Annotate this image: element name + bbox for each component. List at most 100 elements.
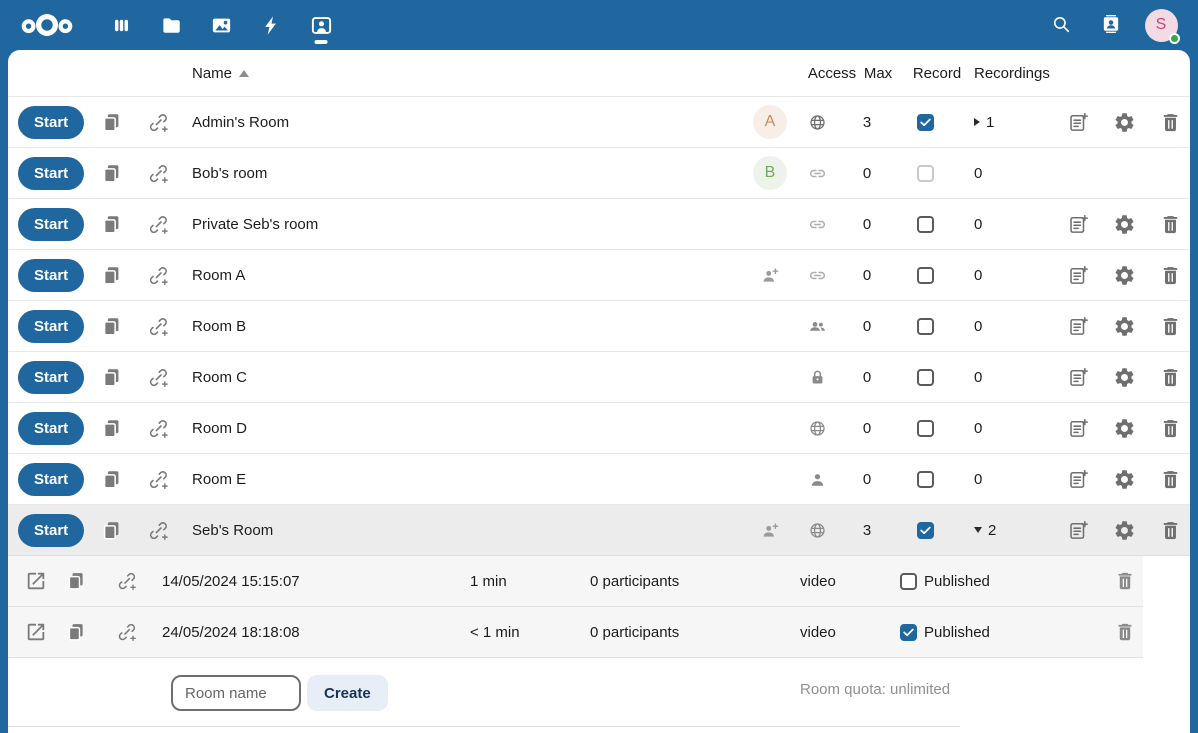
room-row[interactable]: Start Seb's Room 3 2 (8, 505, 1190, 556)
copy-room-link-button[interactable] (100, 519, 123, 542)
create-room-button[interactable]: Create (307, 675, 388, 711)
app-menu-item-photos[interactable] (196, 0, 246, 50)
share-room-link-button[interactable] (147, 519, 170, 542)
app-menu-item-activity[interactable] (246, 0, 296, 50)
recording-row[interactable]: 14/05/2024 15:15:07 1 min 0 participants… (8, 556, 1143, 607)
delete-room-button[interactable] (1159, 315, 1182, 338)
room-details-button[interactable] (1067, 519, 1090, 542)
open-recording-button[interactable] (25, 570, 47, 592)
record-checkbox[interactable] (917, 267, 934, 284)
recordings-toggle[interactable]: 0 (954, 318, 1038, 335)
room-details-button[interactable] (1067, 366, 1090, 389)
room-row[interactable]: Start Room B 0 0 (8, 301, 1190, 352)
copy-room-link-button[interactable] (100, 213, 123, 236)
recordings-toggle[interactable]: 0 (954, 267, 1038, 284)
room-settings-button[interactable] (1113, 366, 1136, 389)
published-checkbox[interactable] (900, 573, 917, 590)
delete-room-button[interactable] (1159, 366, 1182, 389)
user-avatar[interactable]: S (1136, 0, 1186, 50)
delete-room-button[interactable] (1159, 519, 1182, 542)
record-checkbox[interactable] (917, 114, 934, 131)
start-room-button[interactable]: Start (18, 412, 84, 445)
start-room-button[interactable]: Start (18, 310, 84, 343)
room-row[interactable]: Start Private Seb's room 0 0 (8, 199, 1190, 250)
share-room-link-button[interactable] (147, 264, 170, 287)
share-recording-link-button[interactable] (116, 621, 138, 643)
start-room-button[interactable]: Start (18, 514, 84, 547)
share-room-link-button[interactable] (147, 417, 170, 440)
copy-recording-link-button[interactable] (65, 621, 87, 643)
recordings-toggle[interactable]: 0 (954, 369, 1038, 386)
share-room-link-button[interactable] (147, 162, 170, 185)
room-settings-button[interactable] (1113, 468, 1136, 491)
delete-room-button[interactable] (1159, 417, 1182, 440)
share-room-link-button[interactable] (147, 315, 170, 338)
delete-room-button[interactable] (1159, 213, 1182, 236)
record-checkbox[interactable] (917, 522, 934, 539)
delete-recording-button[interactable] (1114, 570, 1136, 592)
share-room-link-button[interactable] (147, 468, 170, 491)
start-room-button[interactable]: Start (18, 361, 84, 394)
record-checkbox[interactable] (917, 471, 934, 488)
copy-room-link-button[interactable] (100, 162, 123, 185)
recordings-toggle[interactable]: 0 (954, 471, 1038, 488)
room-settings-button[interactable] (1113, 519, 1136, 542)
room-details-button[interactable] (1067, 111, 1090, 134)
record-checkbox[interactable] (917, 318, 934, 335)
start-room-button[interactable]: Start (18, 106, 84, 139)
recordings-toggle[interactable]: 1 (954, 114, 1038, 131)
room-row[interactable]: Start Admin's Room A 3 1 (8, 97, 1190, 148)
recordings-toggle[interactable]: 0 (954, 420, 1038, 437)
room-row[interactable]: Start Room A 0 0 (8, 250, 1190, 301)
start-room-button[interactable]: Start (18, 463, 84, 496)
copy-room-link-button[interactable] (100, 111, 123, 134)
room-row[interactable]: Start Room C 0 0 (8, 352, 1190, 403)
copy-room-link-button[interactable] (100, 366, 123, 389)
room-settings-button[interactable] (1113, 111, 1136, 134)
room-row[interactable]: Start Bob's room B 0 0 (8, 148, 1190, 199)
column-header-name[interactable]: Name (192, 65, 744, 82)
copy-room-link-button[interactable] (100, 315, 123, 338)
room-details-button[interactable] (1067, 264, 1090, 287)
search-button[interactable] (1036, 0, 1086, 50)
contacts-button[interactable] (1086, 0, 1136, 50)
app-menu-item-dashboard[interactable] (96, 0, 146, 50)
copy-room-link-button[interactable] (100, 264, 123, 287)
copy-recording-link-button[interactable] (65, 570, 87, 592)
record-checkbox[interactable] (917, 420, 934, 437)
share-room-link-button[interactable] (147, 213, 170, 236)
room-row[interactable]: Start Room E 0 0 (8, 454, 1190, 505)
start-room-button[interactable]: Start (18, 157, 84, 190)
recordings-toggle[interactable]: 0 (954, 216, 1038, 233)
record-checkbox[interactable] (917, 216, 934, 233)
room-details-button[interactable] (1067, 417, 1090, 440)
copy-room-link-button[interactable] (100, 417, 123, 440)
delete-recording-button[interactable] (1114, 621, 1136, 643)
record-checkbox[interactable] (917, 165, 934, 182)
nextcloud-logo[interactable] (20, 11, 74, 39)
share-room-link-button[interactable] (147, 111, 170, 134)
copy-room-link-button[interactable] (100, 468, 123, 491)
share-room-link-button[interactable] (147, 366, 170, 389)
start-room-button[interactable]: Start (18, 259, 84, 292)
start-room-button[interactable]: Start (18, 208, 84, 241)
room-settings-button[interactable] (1113, 213, 1136, 236)
room-details-button[interactable] (1067, 213, 1090, 236)
recordings-toggle[interactable]: 0 (954, 165, 1038, 182)
room-name-input[interactable] (171, 675, 301, 711)
recordings-toggle[interactable]: 2 (954, 522, 1038, 539)
open-recording-button[interactable] (25, 621, 47, 643)
room-settings-button[interactable] (1113, 264, 1136, 287)
room-details-button[interactable] (1067, 468, 1090, 491)
app-menu-item-files[interactable] (146, 0, 196, 50)
room-settings-button[interactable] (1113, 315, 1136, 338)
delete-room-button[interactable] (1159, 468, 1182, 491)
share-recording-link-button[interactable] (116, 570, 138, 592)
published-checkbox[interactable] (900, 624, 917, 641)
delete-room-button[interactable] (1159, 264, 1182, 287)
recording-row[interactable]: 24/05/2024 18:18:08 < 1 min 0 participan… (8, 607, 1143, 658)
room-settings-button[interactable] (1113, 417, 1136, 440)
app-menu-item-bbb[interactable] (296, 0, 346, 50)
room-details-button[interactable] (1067, 315, 1090, 338)
room-row[interactable]: Start Room D 0 0 (8, 403, 1190, 454)
